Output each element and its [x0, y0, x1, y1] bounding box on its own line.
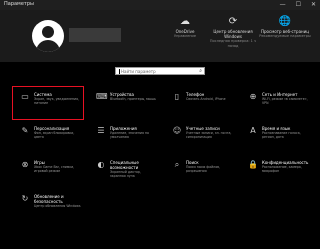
category-gaming[interactable]: ⊗ Игры Xbox Game Bar, снимки, игровой ре…	[12, 154, 84, 188]
globe-icon: ⊕	[249, 92, 257, 101]
apps-icon: ☰	[97, 126, 105, 135]
category-privacy[interactable]: 🔒 Конфиденциальность Расположение, камер…	[240, 154, 312, 188]
search-category-icon: ⌕	[174, 160, 180, 169]
category-subtitle: Удаление, значения по умолчанию	[110, 131, 149, 139]
quick-link-web-browsing[interactable]: 🌐 Просмотр веб-страниц Рекомендуемые пар…	[258, 16, 312, 39]
quick-link-subtitle: Рекомендуемые параметры	[259, 34, 311, 38]
personalization-icon: ✎	[21, 126, 29, 135]
category-accessibility[interactable]: ◐ Специальные возможности Экранный дикто…	[88, 154, 160, 188]
category-personalization[interactable]: ✎ Персонализация Фон, экран блокировки, …	[12, 120, 84, 154]
category-subtitle: Bluetooth, принтеры, мышь	[110, 97, 156, 101]
quick-link-onedrive[interactable]: ☁ OneDrive Управление	[158, 16, 212, 39]
web-browse-icon: 🌐	[278, 16, 292, 27]
laptop-icon: ▭	[21, 92, 29, 101]
avatar-body	[36, 40, 60, 52]
category-subtitle: Поиск моих файлов, разрешения	[186, 165, 221, 173]
category-update-security[interactable]: ↻ Обновление и безопасность Центр обновл…	[12, 188, 84, 222]
category-time-language[interactable]: A Время и язык Распознавание голоса, рег…	[240, 120, 312, 154]
cloud-icon: ☁	[180, 16, 190, 27]
close-button[interactable]: ✕	[311, 1, 316, 9]
person-icon: ☺	[172, 126, 182, 135]
category-subtitle: Экранный диктор, экранная лупа	[110, 170, 141, 178]
minimize-button[interactable]: —	[280, 1, 286, 9]
category-subtitle: Распознавание голоса, регион, дата	[262, 131, 301, 139]
phone-icon: ▯	[174, 92, 180, 101]
sync-icon: ↻	[21, 194, 29, 203]
title-bar: Параметры — ☐ ✕	[0, 0, 320, 10]
avatar[interactable]	[32, 20, 64, 52]
avatar-head	[42, 26, 54, 38]
category-search[interactable]: ⌕ Поиск Поиск моих файлов, разрешения	[164, 154, 236, 188]
category-phone[interactable]: ▯ Телефон Связать Android, iPhone	[164, 86, 236, 120]
category-title: Специальные возможности	[110, 160, 139, 170]
lock-icon: 🔒	[248, 160, 258, 169]
accessibility-icon: ◐	[97, 160, 105, 169]
category-subtitle: Учетные записи, эл. почта, синхронизация	[186, 131, 232, 139]
window-title: Параметры	[4, 1, 34, 7]
quick-link-windows-update[interactable]: ⟳ Центр обновления Windows Последняя про…	[206, 16, 260, 48]
category-system[interactable]: ▭ Система Экран, звук, уведомления, пита…	[12, 86, 84, 120]
update-icon: ⟳	[228, 16, 238, 27]
text-caret	[119, 69, 120, 74]
category-network[interactable]: ⊕ Сеть и Интернет Wi-Fi, режим «в самоле…	[240, 86, 312, 120]
search-icon[interactable]: ⌕	[199, 68, 202, 74]
settings-category-grid: ▭ Система Экран, звук, уведомления, пита…	[12, 86, 312, 222]
window-controls: — ☐ ✕	[280, 1, 316, 9]
quick-link-subtitle: Управление	[174, 34, 196, 38]
category-subtitle: Фон, экран блокировки, цвета	[34, 131, 75, 139]
category-subtitle: Связать Android, iPhone	[186, 97, 226, 101]
category-subtitle: Xbox Game Bar, снимки, игровой режим	[34, 165, 75, 173]
category-subtitle: Центр обновления Windows	[34, 204, 81, 208]
category-devices[interactable]: ⌨ Устройства Bluetooth, принтеры, мышь	[88, 86, 160, 120]
maximize-button[interactable]: ☐	[296, 1, 301, 9]
category-title: Обновление и безопасность	[34, 194, 64, 204]
username-redacted	[69, 28, 121, 42]
language-icon: A	[250, 126, 256, 135]
quick-link-subtitle: Последняя проверка: 1 ч назад	[209, 39, 257, 48]
category-apps[interactable]: ☰ Приложения Удаление, значения по умолч…	[88, 120, 160, 154]
quick-link-title: Центр обновления Windows	[213, 29, 253, 39]
category-subtitle: Экран, звук, уведомления, питание	[34, 97, 80, 105]
category-subtitle: Расположение, камера, микрофон	[262, 165, 302, 173]
category-subtitle: Wi-Fi, режим «в самолете», VPN	[262, 97, 308, 105]
search-input-placeholder: Найти параметр	[121, 69, 156, 74]
search-box[interactable]: Найти параметр ⌕	[115, 67, 205, 75]
devices-icon: ⌨	[96, 92, 108, 101]
xbox-icon: ⊗	[21, 160, 29, 169]
category-accounts[interactable]: ☺ Учетные записи Учетные записи, эл. поч…	[164, 120, 236, 154]
